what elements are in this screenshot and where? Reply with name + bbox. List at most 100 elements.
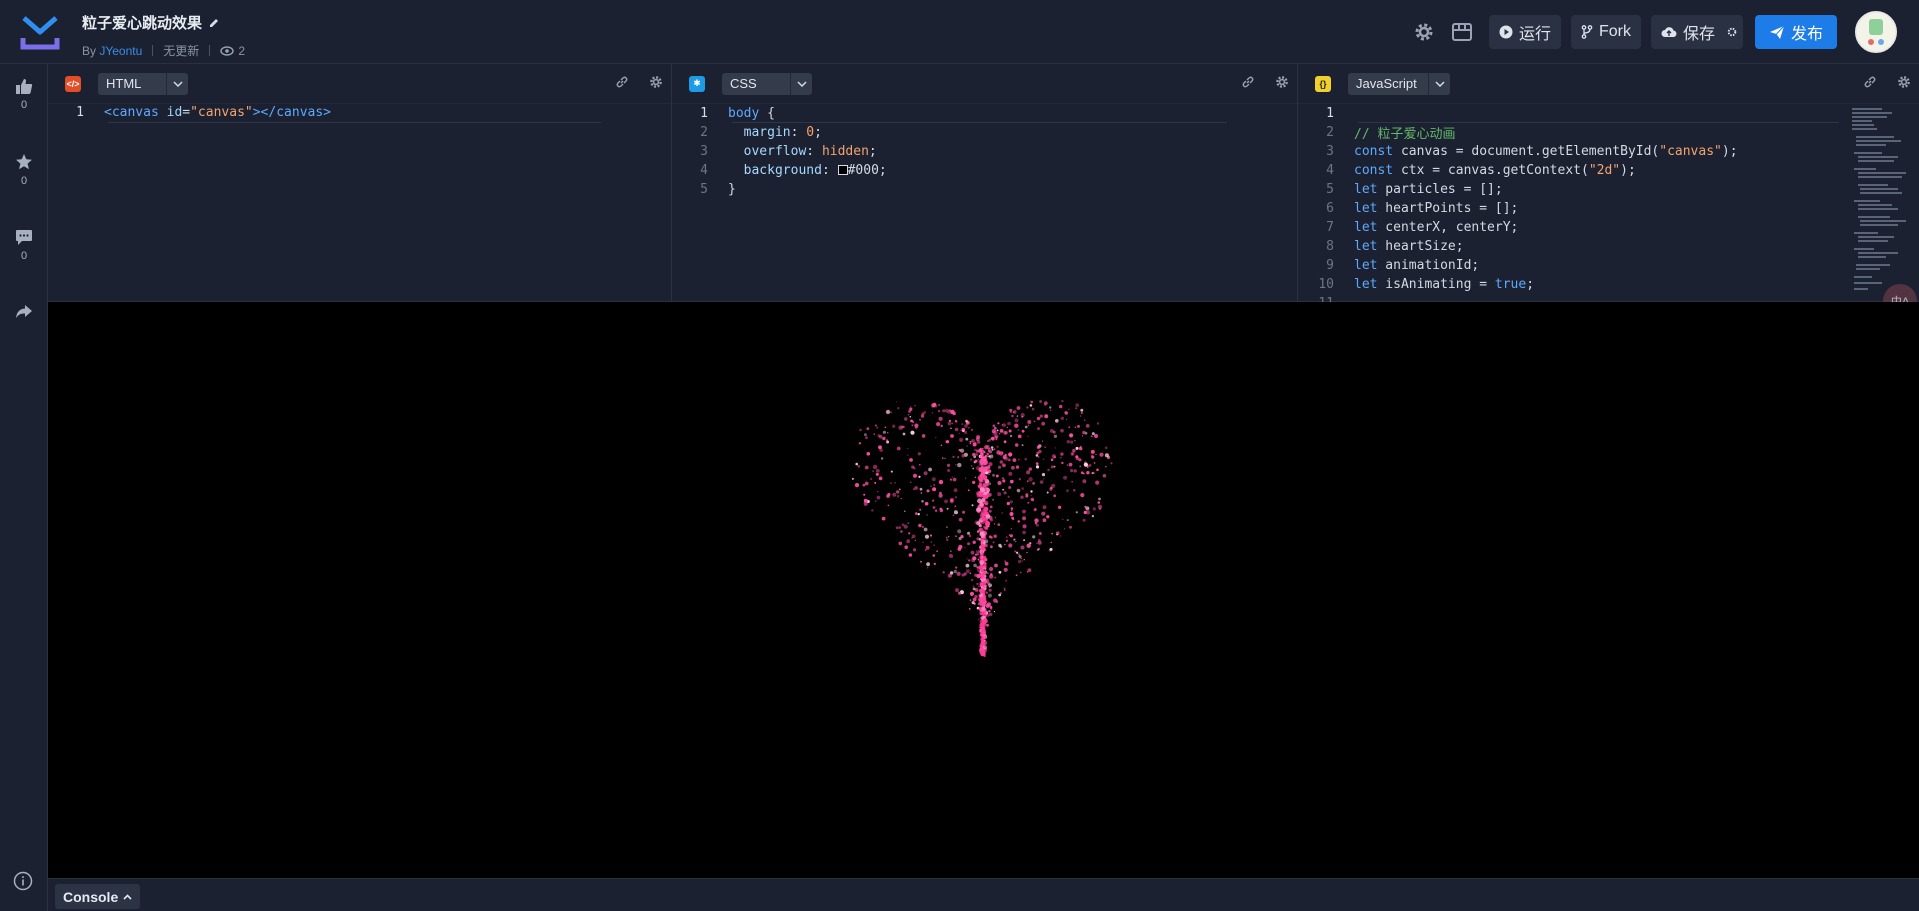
code-text: const canvas = document.getElementById("… bbox=[1354, 144, 1738, 159]
link-icon[interactable] bbox=[615, 75, 629, 89]
layout-button[interactable] bbox=[1445, 15, 1479, 49]
sidebar: 0 0 0 bbox=[0, 64, 48, 911]
star-count: 0 bbox=[20, 175, 28, 187]
js-language-label: JavaScript bbox=[1356, 76, 1417, 91]
save-button[interactable]: 保存 bbox=[1650, 15, 1743, 49]
html-language-select[interactable]: HTML bbox=[98, 72, 188, 95]
avatar[interactable] bbox=[1855, 11, 1897, 53]
line-number: 4 bbox=[1326, 163, 1334, 178]
chevron-up-icon bbox=[123, 893, 132, 900]
line-number: 2 bbox=[1326, 125, 1334, 140]
line-number: 2 bbox=[700, 125, 708, 140]
share-button[interactable] bbox=[0, 304, 48, 323]
edit-icon[interactable] bbox=[208, 17, 220, 29]
code-text: let centerX, centerY; bbox=[1354, 220, 1519, 235]
code-text: const ctx = canvas.getContext("2d"); bbox=[1354, 163, 1636, 178]
code-text: body { bbox=[728, 106, 775, 121]
gear-icon[interactable] bbox=[649, 75, 663, 89]
code-line: 5} bbox=[672, 180, 1297, 199]
html-badge-icon: </> bbox=[65, 75, 81, 92]
gear-icon[interactable] bbox=[1275, 75, 1289, 89]
html-language-label: HTML bbox=[106, 76, 142, 91]
line-number: 5 bbox=[1326, 182, 1334, 197]
line-number: 5 bbox=[700, 182, 708, 197]
like-count: 0 bbox=[20, 99, 28, 111]
author-link[interactable]: JYeontu bbox=[99, 44, 142, 58]
code-text: let particles = []; bbox=[1354, 182, 1503, 197]
code-text: let animationId; bbox=[1354, 258, 1480, 273]
code-line: 1 bbox=[1298, 104, 1919, 123]
line-number: 10 bbox=[1318, 277, 1334, 292]
code-line: 8 let heartSize; bbox=[1298, 237, 1919, 256]
cloud-upload-icon bbox=[1661, 27, 1677, 38]
line-number: 4 bbox=[700, 163, 708, 178]
code-text: background: #000; bbox=[743, 163, 887, 178]
gear-icon[interactable] bbox=[1897, 75, 1911, 89]
author-line: By JYeontu bbox=[82, 44, 142, 58]
code-line: 4 background: #000; bbox=[672, 161, 1297, 180]
js-language-select[interactable]: JavaScript bbox=[1348, 72, 1450, 95]
js-panel: {} JavaScript 1 2 // 粒子爱心动画 3 const canvas… bbox=[1298, 64, 1919, 302]
save-settings-icon[interactable] bbox=[1727, 27, 1737, 37]
code-line: 1 <canvas id="canvas"></canvas> bbox=[48, 104, 671, 122]
html-code[interactable]: 1 <canvas id="canvas"></canvas> bbox=[48, 104, 671, 302]
line-number: 8 bbox=[1326, 239, 1334, 254]
code-text: <canvas id="canvas"></canvas> bbox=[104, 105, 332, 120]
line-number: 1 bbox=[76, 105, 84, 120]
publish-button[interactable]: 发布 bbox=[1754, 15, 1837, 49]
run-button[interactable]: 运行 bbox=[1488, 15, 1561, 49]
eye-icon bbox=[220, 45, 235, 56]
like-button[interactable]: 0 bbox=[0, 78, 48, 111]
html-panel-header: </> HTML bbox=[48, 64, 671, 104]
js-code[interactable]: 1 2 // 粒子爱心动画 3 const canvas = document.ge… bbox=[1298, 104, 1919, 302]
css-language-select[interactable]: CSS bbox=[722, 72, 812, 95]
line-number: 1 bbox=[1326, 106, 1334, 121]
line-number: 3 bbox=[1326, 144, 1334, 159]
line-number: 3 bbox=[700, 144, 708, 159]
code-line: 10 let isAnimating = true; bbox=[1298, 275, 1919, 294]
preview-stage[interactable] bbox=[48, 302, 1919, 878]
code-text: overflow: hidden; bbox=[743, 144, 877, 159]
chevron-down-icon bbox=[166, 72, 188, 95]
fork-button[interactable]: Fork bbox=[1570, 15, 1641, 49]
chevron-down-icon bbox=[1428, 72, 1450, 95]
link-icon[interactable] bbox=[1863, 75, 1877, 89]
project-meta: By JYeontu 无更新 2 bbox=[82, 42, 245, 59]
save-label: 保存 bbox=[1682, 26, 1715, 43]
code-line: 2 // 粒子爱心动画 bbox=[1298, 123, 1919, 142]
html-panel-actions bbox=[615, 75, 663, 89]
code-line: 2 margin: 0; bbox=[672, 123, 1297, 142]
project-title-text: 粒子爱心跳动效果 bbox=[82, 15, 203, 32]
line-number: 1 bbox=[700, 106, 708, 121]
code-text: } bbox=[728, 182, 736, 197]
line-number: 9 bbox=[1326, 258, 1334, 273]
editor-area: </> HTML 1 <canvas id="canvas"></canvas>… bbox=[48, 64, 1919, 318]
comment-button[interactable]: 0 bbox=[0, 228, 48, 262]
publish-label: 发布 bbox=[1790, 26, 1823, 43]
settings-button[interactable] bbox=[1407, 15, 1441, 49]
thumbs-up-icon bbox=[16, 79, 33, 94]
code-line: 11 bbox=[1298, 294, 1919, 302]
code-minimap[interactable] bbox=[1852, 106, 1907, 296]
logo-icon[interactable] bbox=[20, 14, 60, 50]
css-panel: ✱ CSS 1 body { 2 margin: 0; 3 overflow: h… bbox=[672, 64, 1298, 302]
console-toggle-button[interactable]: Console bbox=[55, 884, 141, 909]
top-bar: 粒子爱心跳动效果 By JYeontu 无更新 2 运行 Fork 保存 发布 bbox=[0, 0, 1919, 64]
css-code[interactable]: 1 body { 2 margin: 0; 3 overflow: hidden;… bbox=[672, 104, 1297, 302]
view-count: 2 bbox=[238, 43, 245, 58]
gear-icon bbox=[1415, 23, 1433, 41]
share-icon bbox=[16, 305, 32, 318]
views: 2 bbox=[220, 44, 245, 58]
chevron-down-icon bbox=[790, 72, 812, 95]
project-title[interactable]: 粒子爱心跳动效果 bbox=[82, 12, 245, 33]
code-text: // 粒子爱心动画 bbox=[1354, 127, 1456, 142]
info-icon[interactable] bbox=[13, 871, 33, 891]
star-button[interactable]: 0 bbox=[0, 153, 48, 187]
link-icon[interactable] bbox=[1241, 75, 1255, 89]
code-line: 6 let heartPoints = []; bbox=[1298, 199, 1919, 218]
code-line: 3 overflow: hidden; bbox=[672, 142, 1297, 161]
fork-label: Fork bbox=[1598, 23, 1631, 40]
project-info: 粒子爱心跳动效果 By JYeontu 无更新 2 bbox=[82, 12, 245, 59]
code-text: let isAnimating = true; bbox=[1354, 277, 1535, 292]
divider bbox=[209, 45, 211, 56]
